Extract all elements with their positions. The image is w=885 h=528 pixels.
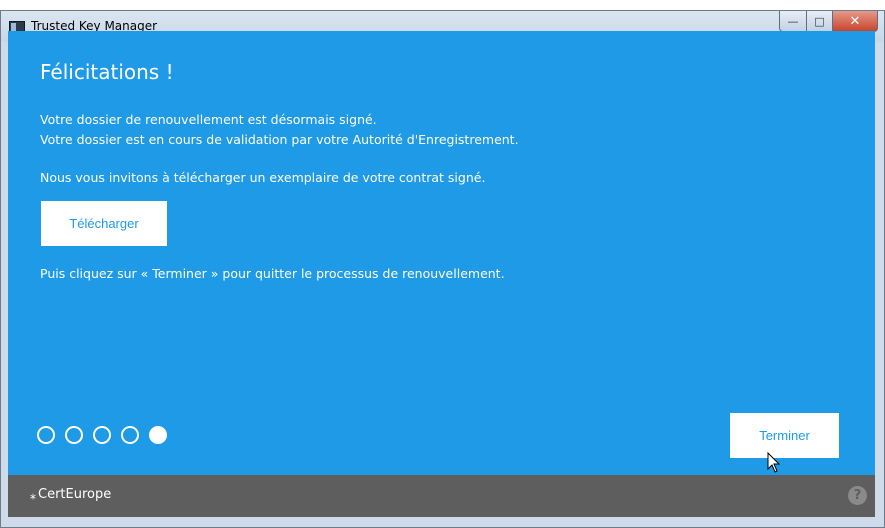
- status-line-signed: Votre dossier de renouvellement est déso…: [40, 112, 377, 127]
- minimize-button[interactable]: —: [779, 11, 807, 32]
- background-strip: [0, 0, 885, 10]
- minimize-icon: —: [787, 14, 799, 28]
- maximize-icon: □: [814, 14, 825, 28]
- status-line-validation: Votre dossier est en cours de validation…: [40, 132, 519, 147]
- page-title: Félicitations !: [40, 60, 174, 84]
- close-icon: ✕: [849, 13, 861, 29]
- download-button[interactable]: Télécharger: [41, 201, 167, 246]
- main-panel: Félicitations ! Votre dossier de renouve…: [8, 31, 875, 475]
- finish-instruction: Puis cliquez sur « Terminer » pour quitt…: [40, 266, 505, 281]
- step-dot: [37, 426, 55, 444]
- step-indicator: [37, 426, 167, 444]
- maximize-button[interactable]: □: [807, 11, 833, 32]
- logo-star-icon: ⁎: [30, 487, 36, 502]
- certeurope-logo: ⁎ CertEurope: [30, 487, 111, 502]
- step-dot-active: [149, 426, 167, 444]
- close-button[interactable]: ✕: [833, 11, 878, 32]
- step-dot: [93, 426, 111, 444]
- download-instruction: Nous vous invitons à télécharger un exem…: [40, 170, 486, 185]
- help-icon: ?: [853, 488, 862, 503]
- window-controls: — □ ✕: [779, 11, 878, 32]
- step-dot: [121, 426, 139, 444]
- help-button[interactable]: ?: [848, 486, 867, 505]
- logo-text: CertEurope: [38, 487, 112, 502]
- finish-button[interactable]: Terminer: [730, 413, 839, 458]
- status-text: Votre dossier de renouvellement est déso…: [40, 110, 519, 150]
- footer: ⁎ CertEurope ?: [8, 475, 875, 517]
- step-dot: [65, 426, 83, 444]
